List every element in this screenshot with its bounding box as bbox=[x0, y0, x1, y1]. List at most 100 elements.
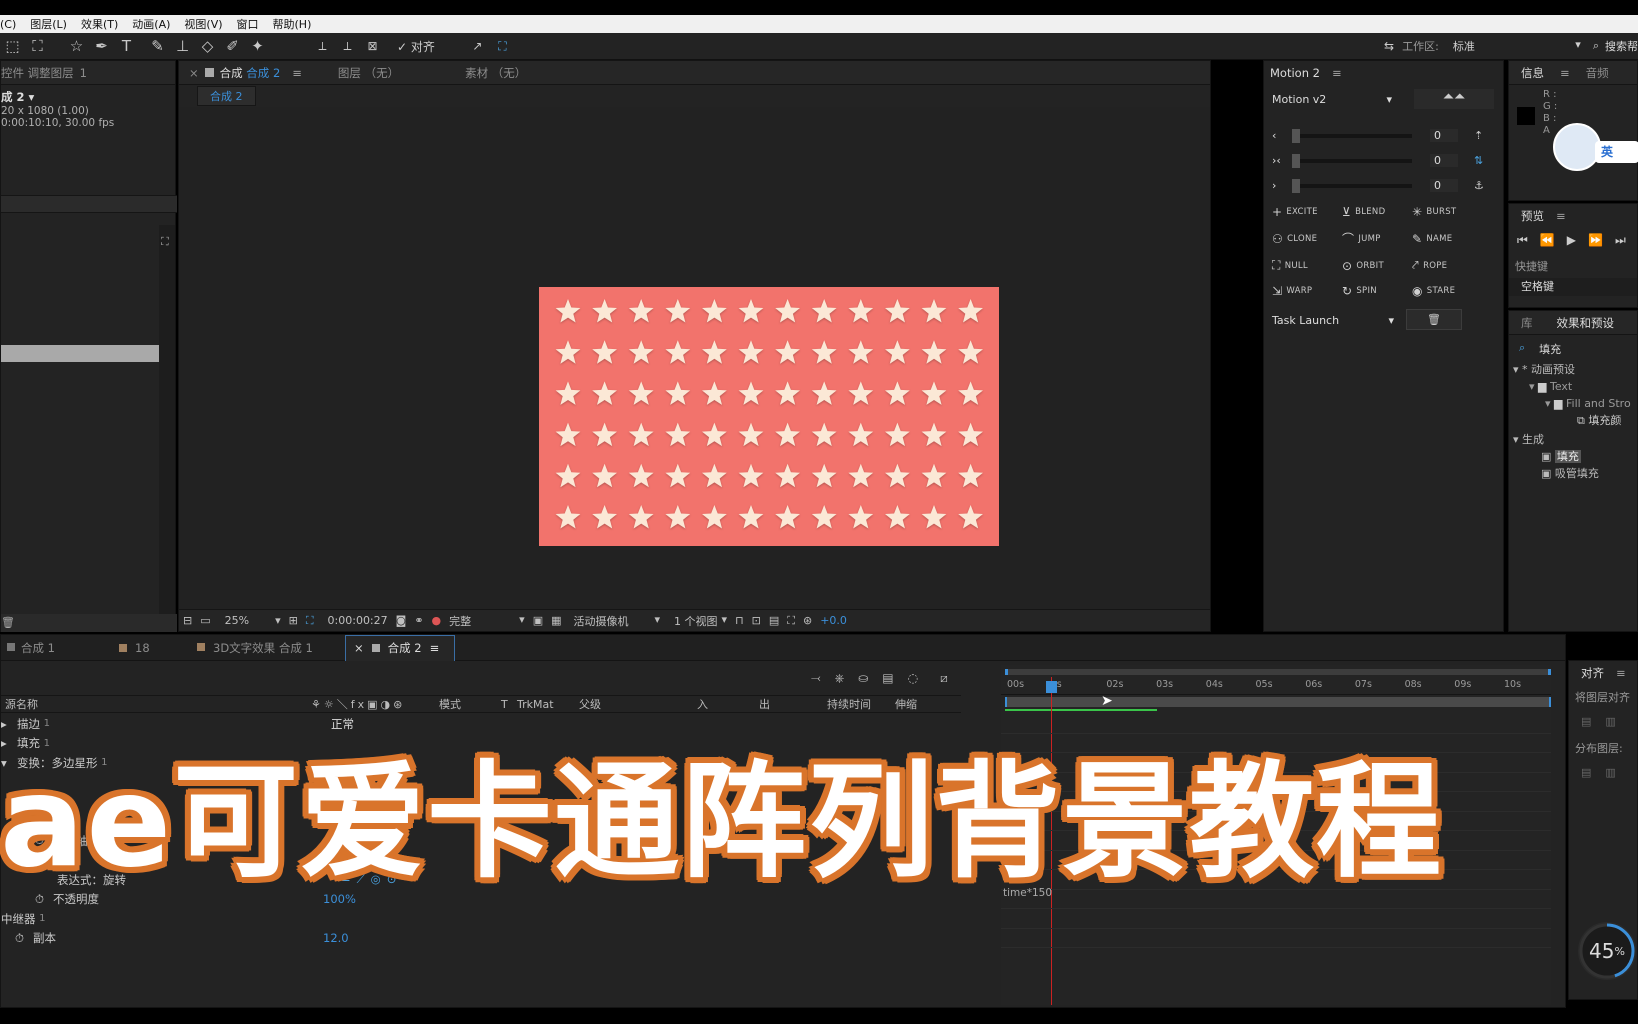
slider-track[interactable] bbox=[1292, 178, 1412, 193]
name-button[interactable]: ✎ NAME bbox=[1412, 230, 1482, 247]
footage-tab[interactable]: 素材 （无） bbox=[465, 65, 526, 81]
audio-tab[interactable]: 音频 bbox=[1586, 65, 1609, 81]
pen-tool-icon[interactable]: ✒ bbox=[89, 37, 114, 55]
anchor-icon[interactable]: ⚓ bbox=[1474, 179, 1484, 192]
col-trkmat[interactable]: TrkMat bbox=[517, 698, 579, 711]
ime-avatar[interactable] bbox=[1553, 123, 1601, 171]
snap-options-icon[interactable]: ↗ bbox=[465, 39, 490, 53]
col-out[interactable]: 出 bbox=[759, 696, 827, 712]
workspace-select[interactable]: 标准 ▾ bbox=[1453, 38, 1581, 54]
slider-value[interactable]: 0 bbox=[1430, 129, 1458, 142]
scrollbar[interactable] bbox=[159, 225, 175, 615]
motion-tab[interactable]: Motion 2 ≡ bbox=[1264, 61, 1503, 85]
menu-item-window[interactable]: 窗口 bbox=[237, 16, 259, 32]
camera-select[interactable]: 活动摄像机 ▾ bbox=[574, 613, 661, 629]
composition-canvas[interactable] bbox=[539, 287, 999, 546]
puppet-pin-tool-icon[interactable]: ✦ bbox=[245, 37, 270, 55]
panel-menu-icon[interactable]: ≡ bbox=[1332, 66, 1342, 80]
timeline-tab-active[interactable]: × 合成 2 ≡ bbox=[345, 634, 455, 661]
comp-name[interactable]: 成 2 ▾ bbox=[1, 89, 175, 105]
col-stretch[interactable]: 伸缩 bbox=[895, 696, 945, 712]
align-tab[interactable]: 对齐 ≡ bbox=[1569, 661, 1637, 685]
menu-item-edit[interactable]: (C) bbox=[0, 18, 16, 31]
rope-button[interactable]: ⤤ ROPE bbox=[1412, 258, 1482, 273]
shy-layers-icon[interactable]: ⛀ bbox=[858, 671, 868, 686]
comp-tab-active[interactable]: 合成 合成 2 bbox=[220, 65, 281, 81]
views-select[interactable]: 1 个视图 ▾ bbox=[674, 613, 727, 629]
stare-button[interactable]: ◉ STARE bbox=[1412, 284, 1482, 298]
ime-pill[interactable]: 英 bbox=[1595, 141, 1638, 163]
fast-preview-icon[interactable]: ⊡ bbox=[752, 614, 761, 627]
eraser-tool-icon[interactable]: ◇ bbox=[195, 37, 220, 55]
col-source-name[interactable]: 源名称 bbox=[1, 696, 311, 712]
property-row[interactable]: 中继器 1 bbox=[1, 909, 961, 929]
menu-item-animation[interactable]: 动画(A) bbox=[132, 16, 170, 32]
text-tool-icon[interactable]: T bbox=[114, 37, 139, 55]
breadcrumb[interactable]: 合成 2 bbox=[197, 86, 256, 106]
viewer-timecode[interactable]: 0:00:00:27 bbox=[328, 614, 388, 627]
excite-button[interactable]: + EXCITE bbox=[1272, 205, 1342, 219]
info-tab[interactable]: 信息 bbox=[1521, 65, 1544, 81]
previous-frame-icon[interactable]: ⏪ bbox=[1540, 233, 1555, 248]
orbit-button[interactable]: ⊙ ORBIT bbox=[1342, 258, 1412, 273]
col-t[interactable]: T bbox=[501, 698, 517, 711]
last-frame-icon[interactable]: ⏭ bbox=[1615, 233, 1626, 248]
quality-select[interactable]: 完整 ▾ bbox=[449, 613, 525, 629]
menu-item-view[interactable]: 视图(V) bbox=[184, 16, 222, 32]
frame-blending-icon[interactable]: ▤ bbox=[882, 671, 893, 686]
timeline-tab[interactable]: 3D文字效果 合成 1 bbox=[189, 640, 345, 656]
slider-handle[interactable] bbox=[1292, 128, 1300, 143]
toggle-pixel-icon[interactable]: ⊓ bbox=[735, 614, 744, 627]
menu-item-layer[interactable]: 图层(L) bbox=[30, 16, 67, 32]
color-channel-icon[interactable]: ● bbox=[432, 614, 442, 627]
tree-item[interactable]: ▣ 吸管填充 bbox=[1509, 465, 1637, 482]
effects-presets-tab[interactable]: 效果和预设 bbox=[1557, 315, 1615, 331]
col-duration[interactable]: 持续时间 bbox=[827, 696, 895, 712]
axis-local-icon[interactable]: ⟂ bbox=[310, 39, 335, 54]
panel-menu-icon[interactable]: ≡ bbox=[1560, 66, 1570, 80]
work-area-range[interactable] bbox=[1005, 697, 1551, 707]
timeline-tab[interactable]: 18 bbox=[105, 641, 189, 655]
slider-value[interactable]: 0 bbox=[1430, 154, 1458, 167]
jump-button[interactable]: ⌒ JUMP bbox=[1342, 230, 1412, 247]
menu-item-effect[interactable]: 效果(T) bbox=[81, 16, 118, 32]
tree-item[interactable]: ▾ * 动画预设 bbox=[1509, 361, 1637, 378]
brush-tool-icon[interactable]: ✎ bbox=[145, 37, 170, 55]
panel-menu-icon[interactable]: ≡ bbox=[1616, 666, 1626, 680]
panel-menu-icon[interactable]: ≡ bbox=[1556, 209, 1566, 223]
work-area-bar[interactable] bbox=[1005, 669, 1551, 675]
flowchart-icon[interactable]: ⛶ bbox=[161, 235, 169, 249]
monitor-icon[interactable]: ▭ bbox=[200, 614, 210, 627]
next-frame-icon[interactable]: ⏩ bbox=[1588, 233, 1603, 248]
flowchart-icon[interactable]: ⛶ bbox=[787, 614, 795, 628]
reset-exposure-icon[interactable]: ⊛ bbox=[803, 614, 812, 627]
col-mode[interactable]: 模式 bbox=[439, 696, 501, 712]
motion-blur-icon[interactable]: ◌ bbox=[908, 671, 918, 686]
show-snapshot-icon[interactable]: ⚭ bbox=[414, 614, 423, 627]
mask-visibility-icon[interactable]: ⛶ bbox=[306, 614, 314, 628]
library-tab[interactable]: 库 bbox=[1521, 315, 1533, 331]
snap-checkbox[interactable]: ✓ 对齐 bbox=[397, 38, 435, 55]
selection-tool-icon[interactable]: ⬚ bbox=[0, 37, 25, 55]
slider-track[interactable] bbox=[1292, 128, 1412, 143]
draft-3d-icon[interactable]: ⎈ bbox=[835, 671, 845, 686]
roto-brush-tool-icon[interactable]: ✐ bbox=[220, 37, 245, 55]
property-row[interactable]: ⏱ 副本 12.0 bbox=[1, 929, 961, 949]
tree-item[interactable]: ⧉ 填充颜 bbox=[1509, 412, 1637, 429]
region-tool-icon[interactable]: ⛶ bbox=[25, 37, 50, 55]
col-parent[interactable]: 父级 bbox=[579, 696, 697, 712]
comp-flowchart-icon[interactable]: ⤙ bbox=[811, 671, 821, 686]
layer-tab[interactable]: 图层 （无） bbox=[338, 65, 399, 81]
burst-button[interactable]: ✳ BURST bbox=[1412, 205, 1482, 219]
warp-button[interactable]: ⇲ WARP bbox=[1272, 284, 1342, 298]
sync-icon[interactable]: ⇆ bbox=[1384, 39, 1394, 53]
timeline-tab[interactable]: 合成 1 bbox=[1, 640, 105, 656]
graph-icon[interactable]: ⏶⏶ bbox=[1414, 89, 1494, 109]
close-icon[interactable]: × bbox=[189, 66, 199, 80]
star-shape-tool-icon[interactable]: ☆ bbox=[64, 37, 89, 55]
menu-item-help[interactable]: 帮助(H) bbox=[273, 16, 312, 32]
effect-controls-tab[interactable]: 控件 调整图层 1 bbox=[1, 61, 175, 85]
zoom-select[interactable]: 25% ▾ bbox=[225, 614, 281, 627]
tree-item[interactable]: ▾ 生成 bbox=[1509, 431, 1637, 448]
tree-item[interactable]: ▾ ▆ Fill and Stro bbox=[1509, 395, 1637, 412]
